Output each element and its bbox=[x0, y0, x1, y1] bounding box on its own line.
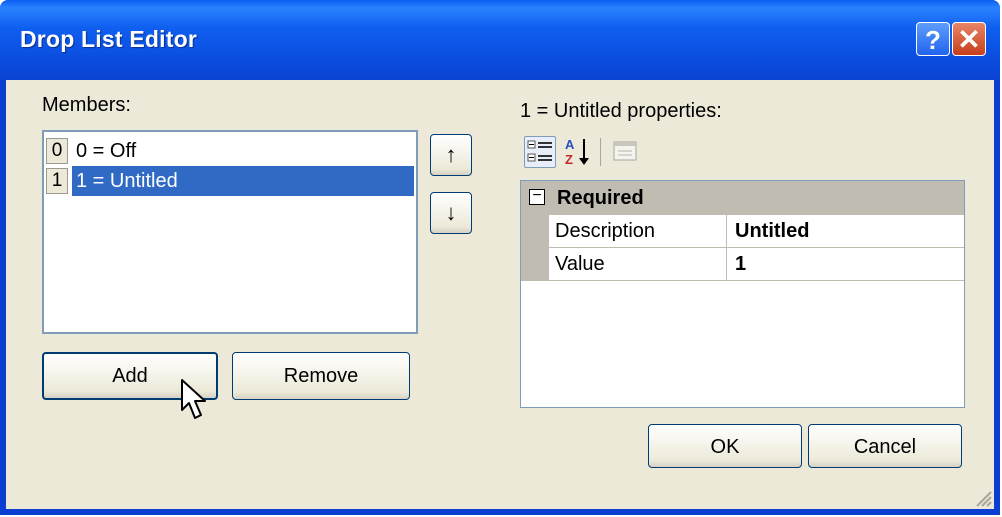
row-gutter bbox=[521, 248, 549, 281]
properties-label: 1 = Untitled properties: bbox=[520, 100, 722, 122]
column-divider[interactable] bbox=[726, 215, 727, 247]
remove-button[interactable]: Remove bbox=[232, 352, 410, 400]
list-item[interactable]: 0 0 = Off bbox=[46, 136, 414, 166]
members-label: Members: bbox=[42, 94, 131, 116]
alphabetical-button[interactable]: A Z bbox=[562, 136, 594, 168]
arrow-up-icon: ↑ bbox=[445, 142, 457, 167]
property-grid[interactable]: − Required Description Untitled Value 1 bbox=[520, 180, 965, 408]
property-name: Description bbox=[555, 220, 656, 242]
property-row[interactable]: Value 1 bbox=[521, 248, 964, 281]
property-pages-icon bbox=[613, 141, 637, 161]
item-label: 1 = Untitled bbox=[72, 166, 414, 196]
list-item-selected[interactable]: 1 1 = Untitled bbox=[46, 166, 414, 196]
item-index: 0 bbox=[46, 138, 68, 164]
cancel-button[interactable]: Cancel bbox=[808, 424, 962, 468]
collapse-icon[interactable]: − bbox=[529, 188, 545, 205]
title-bar[interactable]: Drop List Editor ? ✕ bbox=[0, 0, 1000, 80]
categorized-icon bbox=[527, 140, 552, 162]
mouse-cursor-icon bbox=[181, 379, 206, 419]
dialog-window: Drop List Editor ? ✕ Members: 0 0 = Off … bbox=[0, 0, 1000, 515]
close-button[interactable]: ✕ bbox=[952, 22, 986, 56]
move-up-button[interactable]: ↑ bbox=[430, 134, 472, 176]
category-row[interactable]: − Required bbox=[521, 181, 964, 215]
property-value[interactable]: Untitled bbox=[735, 215, 809, 247]
dialog-body: Members: 0 0 = Off 1 1 = Untitled ↑ ↓ Ad… bbox=[6, 80, 994, 509]
svg-text:Z: Z bbox=[565, 152, 573, 167]
arrow-down-icon: ↓ bbox=[445, 200, 457, 225]
property-pages-button[interactable] bbox=[610, 136, 642, 168]
ok-button[interactable]: OK bbox=[648, 424, 802, 468]
help-button[interactable]: ? bbox=[916, 22, 950, 56]
close-icon: ✕ bbox=[957, 24, 981, 55]
move-down-button[interactable]: ↓ bbox=[430, 192, 472, 234]
help-icon: ? bbox=[925, 25, 941, 55]
item-label: 0 = Off bbox=[76, 140, 137, 162]
property-name: Value bbox=[555, 253, 605, 275]
resize-grip-icon[interactable] bbox=[972, 487, 992, 507]
row-gutter bbox=[521, 215, 549, 248]
item-index: 1 bbox=[46, 168, 68, 194]
members-list[interactable]: 0 0 = Off 1 1 = Untitled bbox=[42, 130, 418, 334]
alphabetical-sort-icon: A Z bbox=[565, 137, 589, 167]
column-divider[interactable] bbox=[726, 248, 727, 280]
window-title: Drop List Editor bbox=[20, 26, 197, 52]
property-row[interactable]: Description Untitled bbox=[521, 215, 964, 248]
toolbar-separator bbox=[600, 138, 601, 166]
categorized-button[interactable] bbox=[524, 136, 556, 168]
category-name: Required bbox=[557, 187, 644, 209]
svg-text:A: A bbox=[565, 137, 575, 152]
property-value[interactable]: 1 bbox=[735, 248, 746, 280]
